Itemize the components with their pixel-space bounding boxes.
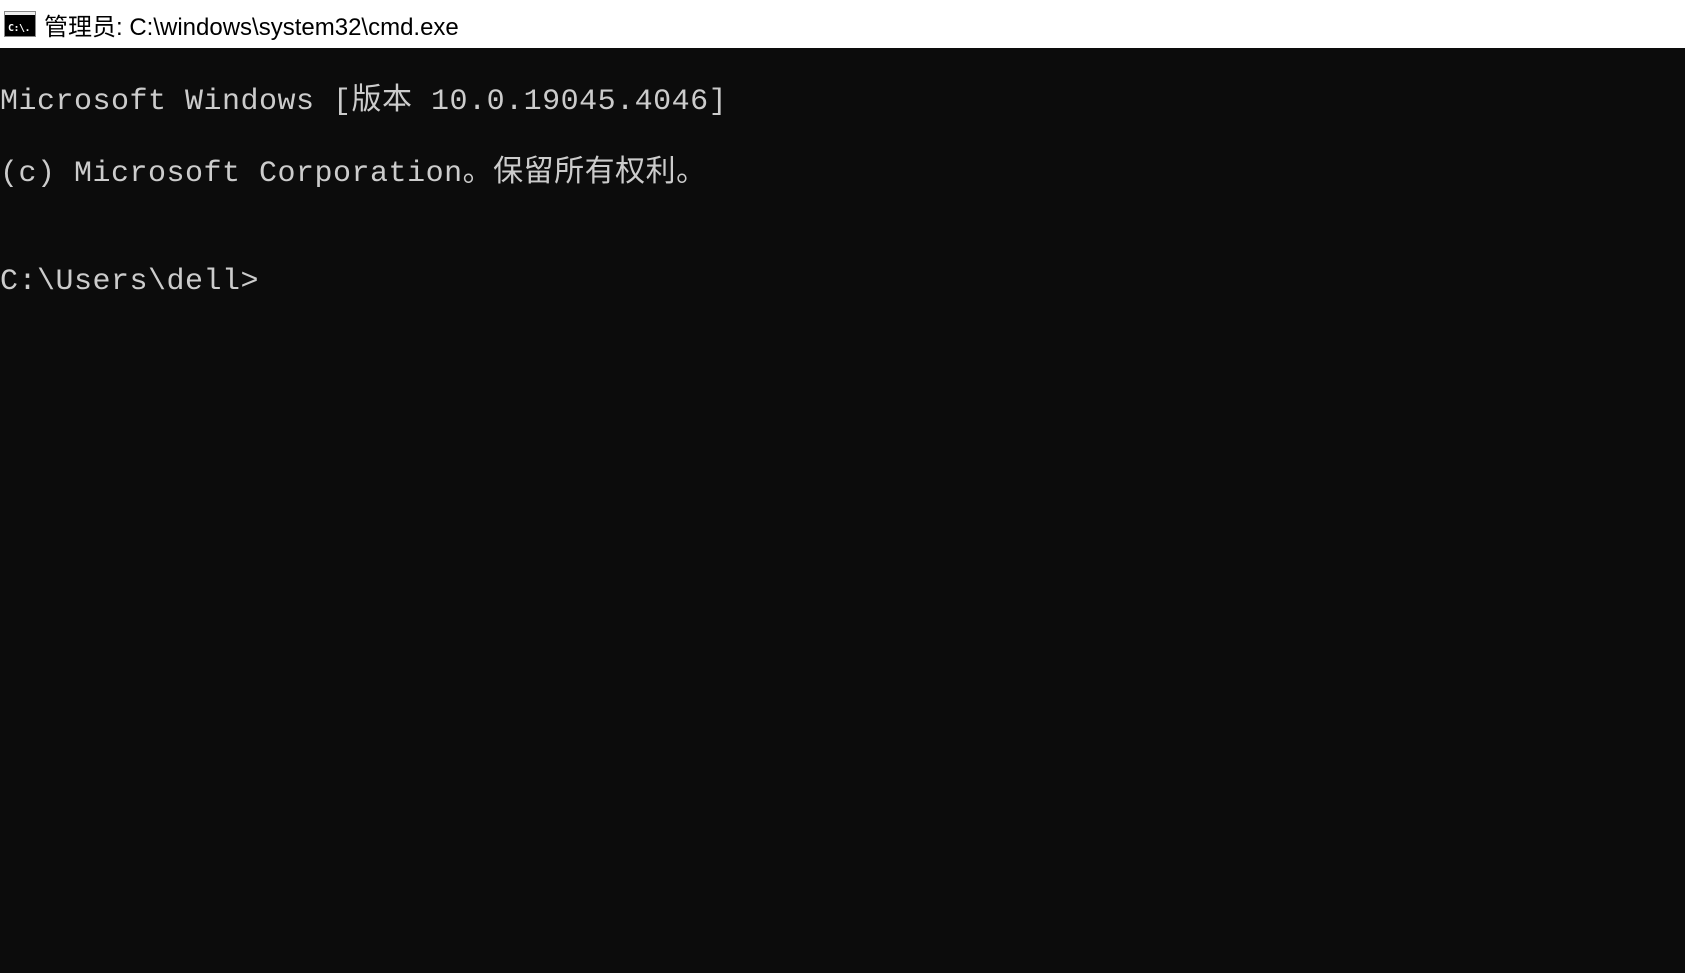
- cmd-icon-text: C:\.: [8, 24, 30, 34]
- cmd-icon: C:\.: [4, 11, 36, 37]
- terminal-output-line: (c) Microsoft Corporation。保留所有权利。: [0, 156, 1685, 192]
- terminal-prompt: C:\Users\dell>: [0, 264, 259, 300]
- window-title: 管理员: C:\windows\system32\cmd.exe: [44, 7, 459, 42]
- terminal-input[interactable]: [259, 264, 1685, 300]
- terminal-prompt-line: C:\Users\dell>: [0, 264, 1685, 300]
- window-titlebar[interactable]: C:\. 管理员: C:\windows\system32\cmd.exe: [0, 0, 1685, 48]
- terminal-area[interactable]: Microsoft Windows [版本 10.0.19045.4046] (…: [0, 48, 1685, 973]
- terminal-output-line: Microsoft Windows [版本 10.0.19045.4046]: [0, 84, 1685, 120]
